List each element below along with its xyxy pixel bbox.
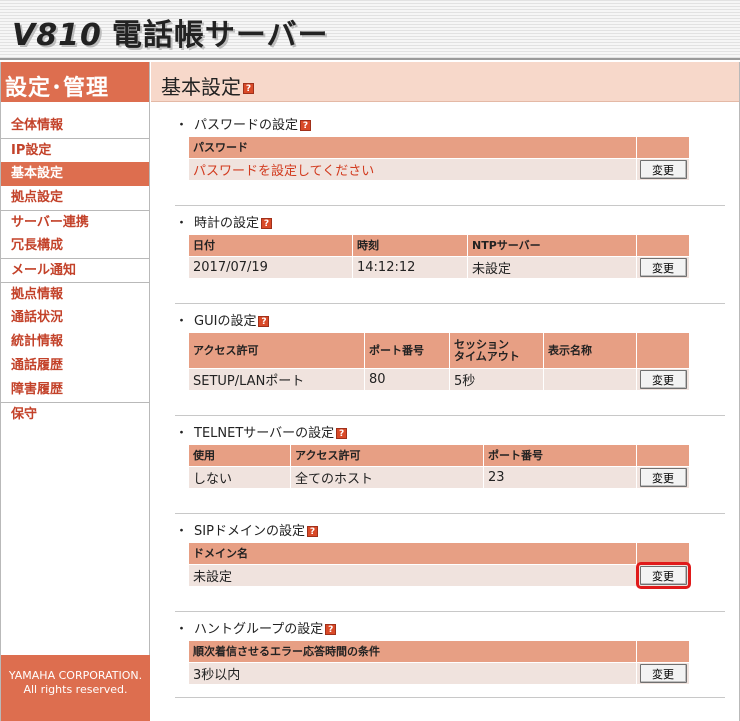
column-header: 表示名称	[543, 332, 637, 369]
section-divider	[175, 513, 725, 514]
hunt-section-title: ハントグループの設定	[194, 622, 324, 637]
usage-value: しない	[188, 466, 291, 489]
telnet-section: ・ TELNETサーバーの設定? 使用 アクセス許可 ポート番号 しない 全てのホ…	[175, 426, 725, 489]
column-header: ポート番号	[364, 332, 450, 369]
access-value: 全てのホスト	[290, 466, 484, 489]
sidebar-item-mail-notify[interactable]: メール通知	[1, 258, 149, 282]
main-panel: 基本設定? ・パスワードの設定? パスワード パスワードを設定してください 変更 …	[151, 62, 740, 721]
sidebar-item-overview[interactable]: 全体情報	[1, 114, 149, 138]
column-header: 順次着信させるエラー応答時間の条件	[188, 640, 637, 663]
help-icon[interactable]: ?	[261, 218, 273, 229]
copyright-company: YAMAHA CORPORATION.	[8, 669, 143, 682]
clock-section: ・時計の設定? 日付 時刻 NTPサーバー 2017/07/19 14:12:1…	[175, 216, 725, 279]
gui-table: アクセス許可 ポート番号 セッション タイムアウト 表示名称 SETUP/LAN…	[188, 332, 690, 391]
gui-section-title: GUIの設定	[194, 314, 257, 329]
sidebar-item-ip-settings[interactable]: IP設定	[1, 138, 149, 162]
change-password-button[interactable]: 変更	[639, 160, 687, 179]
time-value: 14:12:12	[352, 256, 468, 279]
section-divider	[175, 697, 725, 698]
section-title: ・ TELNETサーバーの設定?	[175, 426, 725, 442]
port-value: 80	[364, 368, 450, 391]
password-section: ・パスワードの設定? パスワード パスワードを設定してください 変更	[175, 118, 725, 181]
hunt-section: ・ハントグループの設定? 順次着信させるエラー応答時間の条件 3秒以内 変更	[175, 622, 725, 685]
gui-section: ・ GUIの設定? アクセス許可 ポート番号 セッション タイムアウト 表示名称 …	[175, 314, 725, 391]
help-icon[interactable]: ?	[300, 120, 312, 131]
change-gui-button[interactable]: 変更	[639, 370, 687, 389]
date-value: 2017/07/19	[188, 256, 353, 279]
column-header: ドメイン名	[188, 542, 637, 565]
section-title: ・時計の設定?	[175, 216, 725, 232]
access-value: SETUP/LANポート	[188, 368, 365, 391]
change-hunt-button[interactable]: 変更	[639, 664, 687, 683]
help-icon[interactable]: ?	[243, 83, 254, 94]
column-header: パスワード	[188, 136, 637, 159]
change-clock-button[interactable]: 変更	[639, 258, 687, 277]
ntp-value: 未設定	[467, 256, 637, 279]
page-title: 基本設定?	[151, 62, 739, 102]
column-header: セッション タイムアウト	[449, 332, 544, 369]
help-icon[interactable]: ?	[306, 526, 318, 537]
section-title: ・ハントグループの設定?	[175, 622, 725, 638]
sidebar-item-redundancy[interactable]: 冗長構成	[1, 234, 149, 258]
sip-table: ドメイン名 未設定 変更	[188, 542, 691, 589]
sidebar-item-call-history[interactable]: 通話履歴	[1, 354, 149, 378]
help-icon[interactable]: ?	[258, 316, 270, 327]
sidebar-item-basic-settings[interactable]: 基本設定	[1, 162, 149, 186]
change-telnet-button[interactable]: 変更	[639, 468, 687, 487]
section-divider	[175, 303, 725, 304]
help-icon[interactable]: ?	[325, 624, 337, 635]
section-divider	[175, 415, 725, 416]
hunt-table: 順次着信させるエラー応答時間の条件 3秒以内 変更	[188, 640, 690, 685]
section-title: ・パスワードの設定?	[175, 118, 725, 134]
clock-table: 日付 時刻 NTPサーバー 2017/07/19 14:12:12 未設定 変更	[188, 234, 690, 279]
section-divider	[175, 205, 725, 206]
column-header: アクセス許可	[188, 332, 365, 369]
sip-section: ・ SIPドメインの設定? ドメイン名 未設定 変更	[175, 524, 725, 589]
password-section-title: パスワードの設定	[194, 118, 299, 133]
sidebar-nav: 全体情報 IP設定 基本設定 拠点設定 サーバー連携 冗長構成 メール通知 拠点…	[1, 114, 149, 426]
sip-section-title: SIPドメインの設定	[194, 524, 305, 539]
column-header: NTPサーバー	[467, 234, 637, 257]
section-title: ・ SIPドメインの設定?	[175, 524, 725, 540]
sidebar-item-fault-history[interactable]: 障害履歴	[1, 378, 149, 402]
change-sip-button[interactable]: 変更	[635, 562, 691, 589]
telnet-table: 使用 アクセス許可 ポート番号 しない 全てのホスト 23 変更	[188, 444, 690, 489]
sidebar-item-call-status[interactable]: 通話状況	[1, 306, 149, 330]
sidebar: 設定･管理 全体情報 IP設定 基本設定 拠点設定 サーバー連携 冗長構成 メー…	[0, 62, 150, 721]
sidebar-heading: 設定･管理	[1, 62, 149, 102]
password-table: パスワード パスワードを設定してください 変更	[188, 136, 690, 181]
display-name-value	[543, 368, 637, 391]
hunt-value: 3秒以内	[188, 662, 637, 685]
sidebar-item-site-info[interactable]: 拠点情報	[1, 282, 149, 306]
port-value: 23	[483, 466, 637, 489]
column-header: 日付	[188, 234, 353, 257]
column-header: アクセス許可	[290, 444, 484, 467]
sidebar-item-site-settings[interactable]: 拠点設定	[1, 186, 149, 210]
timeout-value: 5秒	[449, 368, 544, 391]
section-divider	[175, 611, 725, 612]
domain-value: 未設定	[188, 564, 637, 587]
sidebar-item-server-link[interactable]: サーバー連携	[1, 210, 149, 234]
telnet-section-title: TELNETサーバーの設定	[194, 426, 335, 441]
column-header: 時刻	[352, 234, 468, 257]
copyright-footer: YAMAHA CORPORATION. All rights reserved.	[1, 655, 150, 721]
section-title: ・ GUIの設定?	[175, 314, 725, 330]
page-title-text: 基本設定	[161, 75, 241, 99]
app-title: V810 電話帳サーバー	[12, 10, 329, 54]
column-header: 使用	[188, 444, 291, 467]
sidebar-item-maintenance[interactable]: 保守	[1, 402, 149, 426]
product-name: 電話帳サーバー	[111, 18, 329, 53]
copyright-rights: All rights reserved.	[23, 683, 128, 696]
help-icon[interactable]: ?	[336, 428, 348, 439]
clock-section-title: 時計の設定	[194, 216, 260, 231]
model-name: V810	[12, 18, 102, 53]
app-header: V810 電話帳サーバー	[0, 0, 740, 60]
column-header: ポート番号	[483, 444, 637, 467]
sidebar-item-statistics[interactable]: 統計情報	[1, 330, 149, 354]
password-value: パスワードを設定してください	[188, 158, 637, 181]
